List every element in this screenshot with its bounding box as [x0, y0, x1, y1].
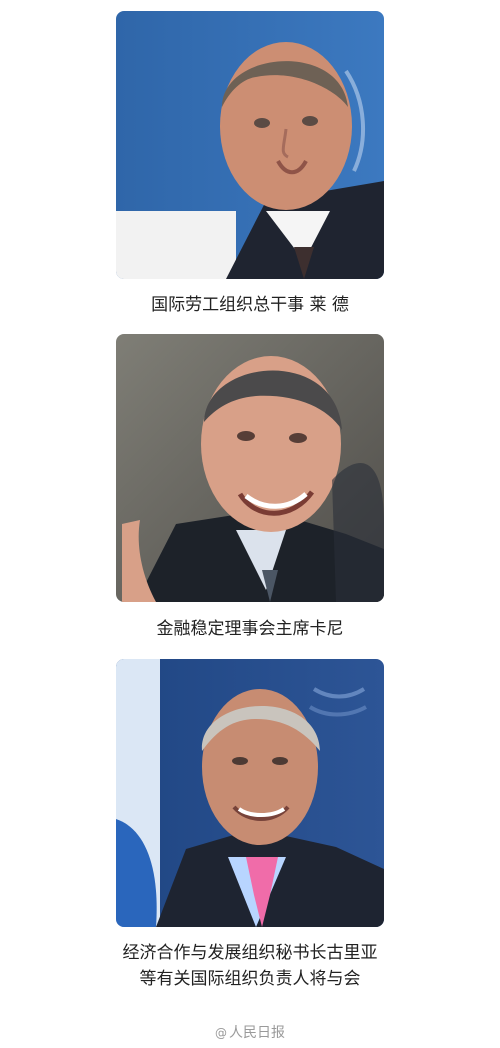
portrait-illustration-1 — [116, 11, 384, 279]
portrait-illustration-3 — [116, 659, 384, 927]
watermark-text: 人民日报 — [229, 1025, 285, 1041]
portrait-illustration-2 — [116, 334, 384, 602]
photo-card-2 — [116, 334, 384, 602]
caption-1-text: 国际劳工组织总干事 莱 德 — [151, 295, 349, 315]
caption-2-text: 金融稳定理事会主席卡尼 — [156, 619, 344, 639]
watermark: @ 人民日报 — [0, 1022, 500, 1042]
caption-3: 经济合作与发展组织秘书长古里亚 等有关国际组织负责人将与会 — [0, 940, 500, 992]
portrait-photo-1 — [116, 11, 384, 279]
photo-card-3 — [116, 659, 384, 927]
caption-1: 国际劳工组织总干事 莱 德 — [0, 292, 500, 318]
caption-2: 金融稳定理事会主席卡尼 — [0, 616, 500, 642]
caption-3-line-1: 经济合作与发展组织秘书长古里亚 — [122, 943, 378, 963]
portrait-photo-2 — [116, 334, 384, 602]
photo-card-1 — [116, 11, 384, 279]
caption-3-line-2: 等有关国际组织负责人将与会 — [139, 969, 361, 989]
at-icon: @ — [215, 1026, 227, 1040]
portrait-photo-3 — [116, 659, 384, 927]
